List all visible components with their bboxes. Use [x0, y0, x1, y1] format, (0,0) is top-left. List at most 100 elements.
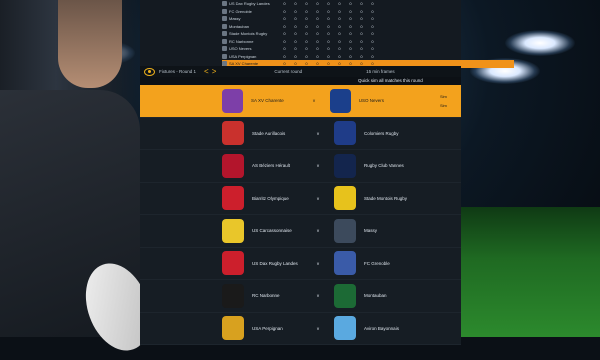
- team-stat: 0: [349, 53, 352, 59]
- team-stat: 0: [294, 23, 297, 29]
- team-stat: 0: [327, 16, 330, 22]
- team-stat: 0: [294, 1, 297, 7]
- versus-label: v: [312, 98, 316, 104]
- team-stat: 0: [305, 23, 308, 29]
- team-name: USO Nevers: [229, 46, 252, 52]
- team-stat: 0: [294, 16, 297, 22]
- team-crest-icon: [222, 31, 227, 37]
- match-row[interactable]: Biarritz Olympique v Stade Montois Rugby: [140, 182, 461, 215]
- team-stat: 0: [360, 53, 363, 59]
- team-stat: 0: [316, 8, 319, 14]
- away-team-logo-icon: [334, 186, 356, 211]
- team-stat: 0: [371, 31, 374, 37]
- away-team-logo-icon: [334, 283, 356, 308]
- eye-icon[interactable]: [144, 67, 155, 76]
- home-team-logo-icon: [222, 88, 243, 113]
- home-team-name: US Carcassonnaise: [252, 228, 292, 234]
- away-team-logo-icon: [329, 88, 351, 113]
- team-stat: 0: [316, 31, 319, 37]
- home-team-name: USA Perpignan: [252, 325, 283, 331]
- team-stat: 0: [283, 8, 286, 14]
- team-stat: 0: [283, 38, 286, 44]
- quick-sim-button[interactable]: Quick sim all matches this round: [358, 78, 423, 83]
- team-name: Montauban: [229, 23, 250, 29]
- team-stat: 0: [305, 1, 308, 7]
- home-team-name: US Dax Rugby Landes: [252, 260, 298, 266]
- team-stat: 0: [316, 53, 319, 59]
- versus-label: v: [316, 228, 320, 234]
- home-team-name: Biarritz Olympique: [252, 195, 289, 201]
- team-stat: 0: [371, 1, 374, 7]
- match-row[interactable]: Stade Aurillacois v Colomiers Rugby: [140, 117, 461, 150]
- team-crest-icon: [222, 16, 227, 22]
- team-crest-icon: [222, 8, 227, 14]
- quick-sim-bar: Quick sim all matches this round: [140, 77, 461, 85]
- team-stat: 0: [316, 1, 319, 7]
- away-team-name: Colomiers Rugby: [364, 130, 399, 136]
- versus-label: v: [316, 130, 320, 136]
- team-stat: 0: [338, 38, 341, 44]
- home-team-logo-icon: [222, 153, 244, 178]
- team-stat: 0: [283, 31, 286, 37]
- right-background: [462, 0, 600, 337]
- team-stat: 0: [338, 46, 341, 52]
- team-stat: 0: [316, 16, 319, 22]
- round-label: Fixtures - Round 1: [159, 69, 197, 74]
- home-team-name: RC Narbonne: [252, 293, 280, 299]
- home-team-logo-icon: [222, 218, 244, 243]
- match-row[interactable]: US Dax Rugby Landes v FC Grenoble: [140, 247, 461, 280]
- team-stat: 0: [371, 53, 374, 59]
- match-row[interactable]: US Carcassonnaise v Massy: [140, 215, 461, 248]
- match-row[interactable]: USA Perpignan v Aviron Bayonnais: [140, 312, 461, 345]
- home-team-logo-icon: [222, 251, 244, 276]
- frames-option[interactable]: 15 min frames: [366, 69, 395, 74]
- away-team-name: FC Grenoble: [364, 260, 390, 266]
- home-team-logo-icon: [222, 283, 244, 308]
- match-row[interactable]: RC Narbonne v Montauban: [140, 280, 461, 313]
- versus-label: v: [316, 293, 320, 299]
- team-stat: 0: [338, 23, 341, 29]
- team-stat: 0: [360, 23, 363, 29]
- team-stat: 0: [283, 16, 286, 22]
- team-stat: 0: [349, 46, 352, 52]
- team-stat: 0: [283, 1, 286, 7]
- fixtures-list: SA XV Charente v USO Nevers Sim Sim Stade Aur…: [140, 85, 461, 345]
- away-team-name: Stade Montois Rugby: [364, 195, 408, 201]
- sim-button[interactable]: Sim: [440, 94, 461, 99]
- team-stat: 0: [360, 46, 363, 52]
- current-round-button[interactable]: Current round: [274, 69, 302, 74]
- team-stat: 0: [371, 16, 374, 22]
- team-stat: 0: [371, 8, 374, 14]
- team-stat: 0: [338, 53, 341, 59]
- match-row[interactable]: SA XV Charente v USO Nevers Sim Sim: [140, 85, 461, 118]
- away-team-logo-icon: [334, 153, 356, 178]
- team-stat: 0: [327, 38, 330, 44]
- match-row[interactable]: AS Béziers Hérault v Rugby Club Vannes: [140, 150, 461, 183]
- team-stat: 0: [360, 16, 363, 22]
- team-name: US Dax Rugby Landes: [229, 1, 270, 7]
- round-bar: Fixtures - Round 1 < > Current round 15 …: [140, 66, 461, 77]
- team-stat: 0: [338, 1, 341, 7]
- team-name: RC Narbonne: [229, 38, 254, 44]
- sim-options: Sim Sim: [440, 94, 461, 108]
- prev-round-button[interactable]: <: [204, 67, 209, 76]
- team-name: FC Grenoble: [229, 8, 252, 14]
- team-stat: 0: [305, 38, 308, 44]
- versus-label: v: [316, 325, 320, 331]
- away-team-name: Massy: [364, 228, 378, 234]
- team-stat: 0: [316, 46, 319, 52]
- home-team-name: Stade Aurillacois: [252, 130, 286, 136]
- away-team-logo-icon: [334, 121, 356, 146]
- sim-button[interactable]: Sim: [440, 103, 461, 108]
- versus-label: v: [316, 163, 320, 169]
- next-round-button[interactable]: >: [212, 67, 217, 76]
- team-stat: 0: [371, 46, 374, 52]
- team-stat: 0: [327, 31, 330, 37]
- team-stat: 0: [294, 31, 297, 37]
- team-stat: 0: [305, 53, 308, 59]
- team-stat: 0: [316, 38, 319, 44]
- team-name: Stade Montois Rugby: [229, 31, 268, 37]
- team-stat: 0: [305, 8, 308, 14]
- team-crest-icon: [222, 53, 227, 59]
- team-name: USA Perpignan: [229, 53, 257, 59]
